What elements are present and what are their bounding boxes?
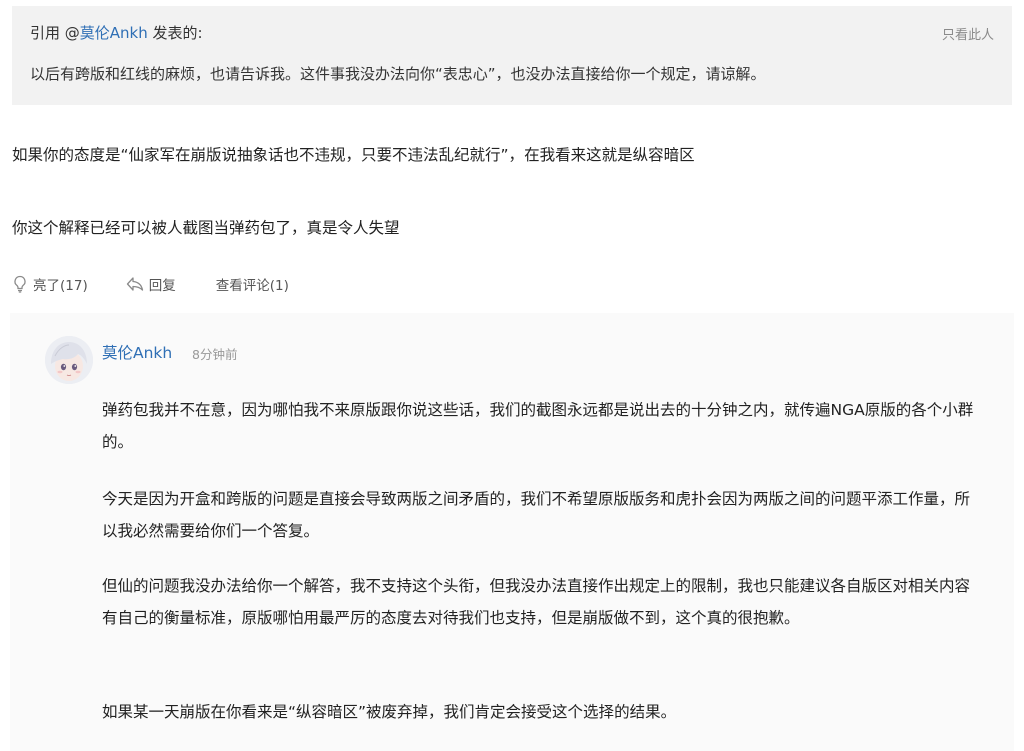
quote-author-link[interactable]: 莫伦Ankh (80, 24, 148, 42)
view-comments-label: 查看评论(1) (215, 278, 289, 294)
quote-text: 以后有跨版和红线的麻烦，也请告诉我。这件事我没办法向你“表忠心”，也没办法直接给… (30, 65, 766, 83)
post-paragraph: 如果你的态度是“仙家军在崩版说抽象话也不违规，只要不违法乱纪就行”，在我看来这就… (12, 146, 695, 164)
reply-paragraph: 弹药包我并不在意，因为哪怕我不来原版跟你说这些话，我们的截图永远都是说出去的十分… (102, 401, 974, 451)
quote-block: 引用 @莫伦Ankh 发表的: 只看此人 以后有跨版和红线的麻烦，也请告诉我。这… (12, 6, 1012, 105)
quote-suffix: 发表的: (147, 24, 203, 42)
post-paragraph: 你这个解释已经可以被人截图当弹药包了，真是令人失望 (12, 219, 400, 237)
post-actions: 亮了(17) 回复 查看评论(1) (12, 273, 327, 295)
reply-timestamp: 8分钟前 (192, 347, 238, 362)
like-label: 亮了(17) (33, 278, 88, 294)
reply-arrow-icon (126, 277, 143, 291)
only-this-user-button[interactable]: 只看此人 (942, 24, 994, 43)
quote-header: 引用 @莫伦Ankh 发表的: (30, 22, 203, 43)
reply-paragraph: 如果某一天崩版在你看来是“纵容暗区”被废弃掉，我们肯定会接受这个选择的结果。 (102, 703, 677, 721)
reply-label: 回复 (148, 278, 176, 294)
reply-button[interactable]: 回复 (126, 274, 176, 294)
lightbulb-icon (14, 275, 26, 293)
avatar[interactable] (45, 336, 93, 384)
reply-card: 莫伦Ankh 8分钟前 弹药包我并不在意，因为哪怕我不来原版跟你说这些话，我们的… (10, 313, 1014, 751)
reply-paragraph: 但仙的问题我没办法给你一个解答，我不支持这个头衔，但我没办法直接作出规定上的限制… (102, 577, 971, 627)
view-comments-button[interactable]: 查看评论(1) (216, 274, 289, 294)
reply-author-link[interactable]: 莫伦Ankh (102, 341, 172, 363)
reply-paragraph: 今天是因为开盒和跨版的问题是直接会导致两版之间矛盾的，我们不希望原版版务和虎扑会… (102, 490, 971, 540)
quote-prefix: 引用 @ (30, 24, 80, 42)
like-button[interactable]: 亮了(17) (12, 274, 88, 294)
post-page: 引用 @莫伦Ankh 发表的: 只看此人 以后有跨版和红线的麻烦，也请告诉我。这… (0, 0, 1024, 751)
